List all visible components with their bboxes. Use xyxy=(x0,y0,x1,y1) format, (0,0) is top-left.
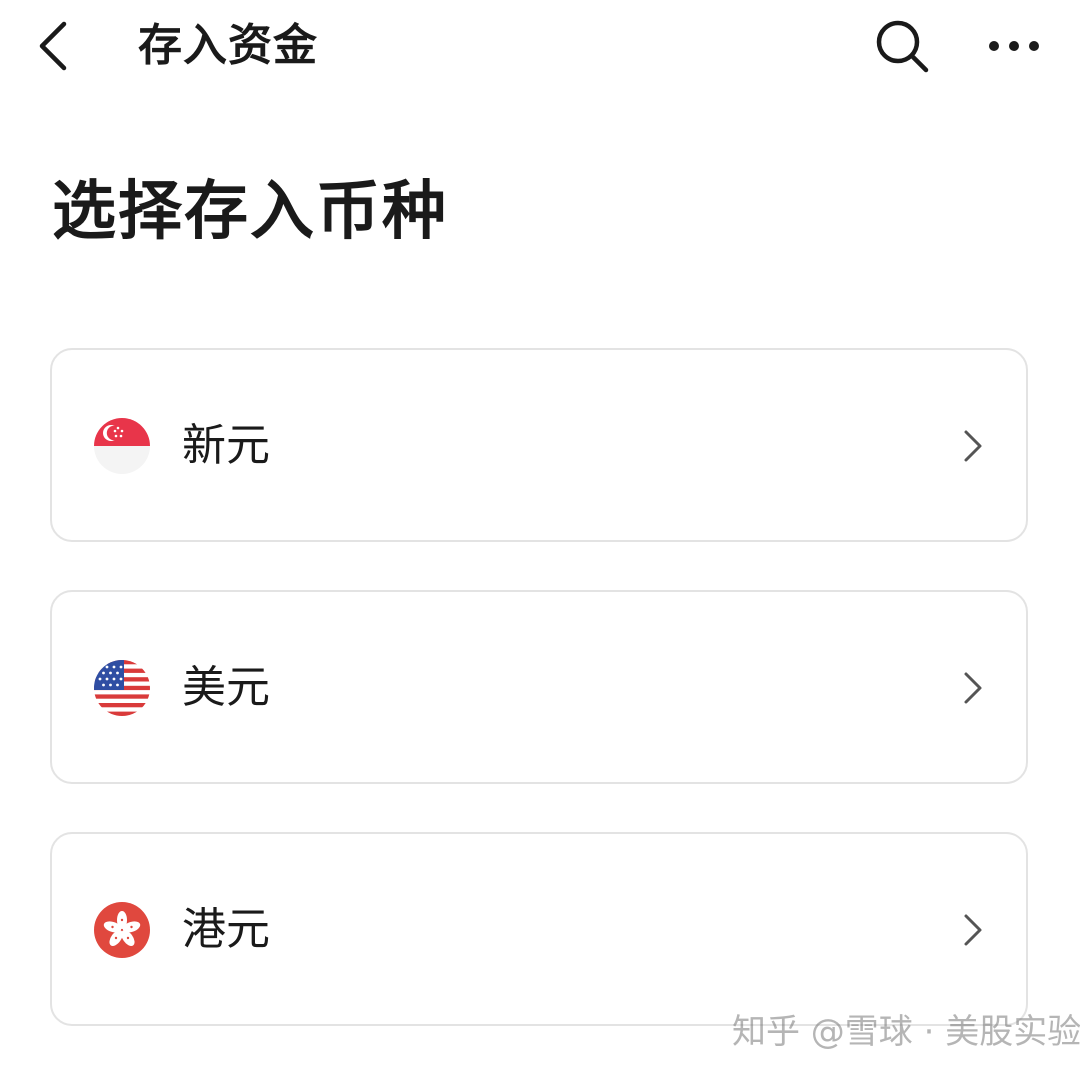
search-button[interactable] xyxy=(868,12,936,80)
more-button[interactable] xyxy=(980,14,1048,78)
search-icon xyxy=(876,20,929,73)
deposit-funds-screen: 存入资金 选择存入币种 新元 美元 港元 知乎 @雪球 · 美股实验室 xyxy=(0,0,1080,1071)
currency-label: 港元 xyxy=(182,904,270,955)
more-dots-icon xyxy=(989,41,1039,51)
currency-label: 新元 xyxy=(182,420,270,471)
page-title: 存入资金 xyxy=(138,20,318,71)
usa-flag-icon xyxy=(94,660,150,716)
chevron-right-icon xyxy=(964,672,982,704)
top-bar: 存入资金 xyxy=(0,0,1080,95)
singapore-flag-icon xyxy=(94,418,150,474)
currency-label: 美元 xyxy=(182,662,270,713)
back-button[interactable] xyxy=(22,14,86,78)
currency-option-usd[interactable]: 美元 xyxy=(50,590,1028,784)
currency-option-sgd[interactable]: 新元 xyxy=(50,348,1028,542)
watermark: 知乎 @雪球 · 美股实验室 xyxy=(732,1012,1080,1052)
currency-option-hkd[interactable]: 港元 xyxy=(50,832,1028,1026)
chevron-right-icon xyxy=(964,914,982,946)
select-currency-heading: 选择存入币种 xyxy=(52,175,448,249)
chevron-left-icon xyxy=(39,21,67,71)
hong-kong-flag-icon xyxy=(94,902,150,958)
chevron-right-icon xyxy=(964,430,982,462)
